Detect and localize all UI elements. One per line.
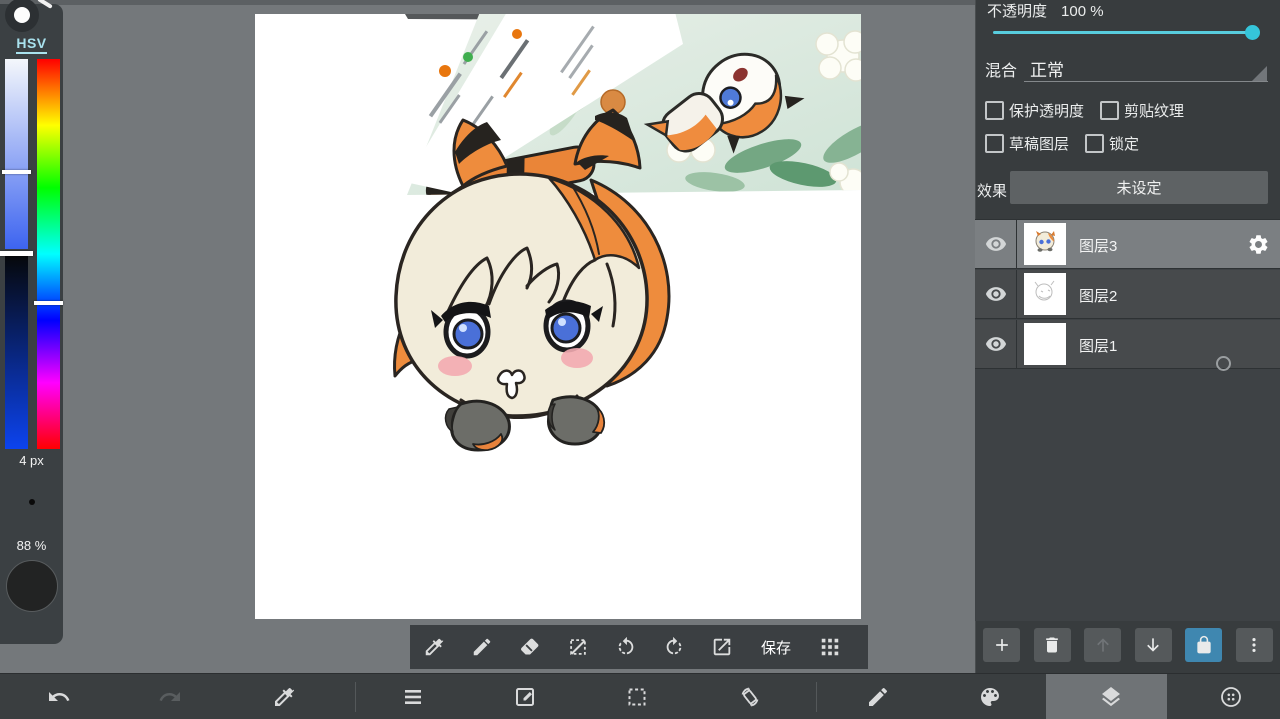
toolbar-divider <box>355 682 356 712</box>
brush-icon[interactable] <box>866 685 890 709</box>
deselect-icon[interactable] <box>554 625 602 669</box>
saturation-marker[interactable] <box>2 170 31 174</box>
arrow-up-icon <box>1096 638 1109 652</box>
eyedropper-icon[interactable] <box>410 625 458 669</box>
trash-icon <box>1046 637 1058 653</box>
layer-more-button[interactable] <box>1235 628 1273 662</box>
eye-icon <box>985 237 1006 251</box>
lock-layer-button[interactable] <box>1185 628 1223 662</box>
saturation-bar[interactable] <box>5 59 28 249</box>
eyedropper-icon[interactable] <box>272 685 296 709</box>
checkbox-draft-layer-label: 草稿图层 <box>1009 136 1070 153</box>
effect-button[interactable]: 未设定 <box>1010 171 1268 204</box>
layer-settings-gear-icon[interactable] <box>1247 233 1270 256</box>
canvas-artwork: 惊 蛰 <box>393 14 861 452</box>
lock-icon <box>1197 635 1211 654</box>
save-button[interactable]: 保存 <box>749 631 803 663</box>
checkbox-clipping[interactable] <box>1100 101 1119 120</box>
arrow-down-icon <box>1147 638 1160 652</box>
layer-row-1[interactable]: 图层1 <box>975 320 1280 369</box>
opacity-slider-thumb[interactable] <box>1245 25 1260 40</box>
color-picker-panel: HSV 4 px 88 % <box>0 4 63 644</box>
visibility-toggle[interactable] <box>975 270 1017 318</box>
top-shadow-strip <box>0 0 975 5</box>
layer-opacity-row: 不透明度 100 % <box>987 0 1104 21</box>
plus-icon <box>995 639 1008 651</box>
hue-bar[interactable] <box>37 59 60 449</box>
layers-icon[interactable] <box>1099 685 1123 709</box>
move-layer-up-button[interactable] <box>1084 628 1122 662</box>
checkbox-clipping-label: 剪贴纹理 <box>1124 103 1185 120</box>
rotate-ccw-icon[interactable] <box>602 625 650 669</box>
move-layer-down-button[interactable] <box>1134 628 1172 662</box>
checkbox-lock[interactable] <box>1085 134 1104 153</box>
checkbox-lock-label: 锁定 <box>1109 136 1140 153</box>
brush-size-label[interactable]: 4 px <box>0 453 63 468</box>
opacity-slider-track[interactable] <box>993 31 1253 34</box>
dots-vertical-icon <box>1252 638 1257 652</box>
layer-row-3[interactable]: 图层3 <box>975 220 1280 269</box>
select-icon[interactable] <box>625 685 649 709</box>
layer-thumbnail <box>1024 223 1066 265</box>
export-icon[interactable] <box>698 625 746 669</box>
checkbox-protect-alpha-label: 保护透明度 <box>1009 103 1085 120</box>
layer-row-2[interactable]: 图层2 <box>975 270 1280 319</box>
visibility-toggle[interactable] <box>975 320 1017 368</box>
layer-name: 图层3 <box>1079 238 1118 255</box>
brush-opacity-label[interactable]: 88 % <box>0 538 63 553</box>
more-circle-icon[interactable] <box>1219 685 1243 709</box>
blend-label: 混合 <box>985 63 1018 80</box>
edit-icon[interactable] <box>513 685 537 709</box>
layer-buttons-row <box>983 628 1273 663</box>
value-marker[interactable] <box>0 251 33 256</box>
add-layer-button[interactable] <box>983 628 1020 662</box>
scroll-indicator-ring <box>1216 356 1231 371</box>
handle-dot <box>14 7 30 23</box>
blend-dropdown-caret[interactable] <box>1252 66 1267 81</box>
value-bar[interactable] <box>5 256 28 449</box>
layer-thumbnail <box>1024 323 1066 365</box>
hsv-mode-toggle[interactable]: HSV <box>0 35 63 54</box>
canvas-toolbar: 保存 <box>410 625 868 669</box>
delete-layer-button[interactable] <box>1033 628 1071 662</box>
layer-list: 图层3 图层2 图层1 <box>975 219 1280 621</box>
eraser-icon[interactable] <box>506 625 554 669</box>
layer-name: 图层1 <box>1079 338 1118 355</box>
layer-name: 图层2 <box>1079 288 1118 305</box>
visibility-toggle[interactable] <box>975 220 1017 268</box>
brush-preview-dot <box>29 499 35 505</box>
opacity-label: 不透明度 <box>987 3 1048 20</box>
opacity-value: 100 % <box>1061 3 1104 20</box>
effect-label: 效果 <box>977 183 1008 200</box>
hue-marker[interactable] <box>34 301 63 305</box>
checkbox-draft-layer[interactable] <box>985 134 1004 153</box>
blend-dropdown-underline <box>1024 81 1268 82</box>
undo-icon[interactable] <box>47 685 71 709</box>
rotate-cw-icon[interactable] <box>650 625 698 669</box>
drawing-canvas[interactable]: 惊 蛰 <box>255 14 861 619</box>
toolbar-divider <box>816 682 817 712</box>
checkbox-protect-alpha[interactable] <box>985 101 1004 120</box>
redo-icon[interactable] <box>158 685 182 709</box>
rotate-canvas-icon[interactable] <box>738 685 762 709</box>
eye-icon <box>985 337 1006 351</box>
pen-icon[interactable] <box>458 625 506 669</box>
menu-icon[interactable] <box>401 685 425 709</box>
layer-thumbnail <box>1024 273 1066 315</box>
blend-mode-dropdown[interactable]: 正常 <box>1030 56 1064 81</box>
palette-icon[interactable] <box>978 685 1002 709</box>
bottom-toolbar <box>0 673 1280 719</box>
eye-icon <box>985 287 1006 301</box>
grid-icon[interactable] <box>806 625 854 669</box>
current-color-swatch[interactable] <box>6 560 58 612</box>
